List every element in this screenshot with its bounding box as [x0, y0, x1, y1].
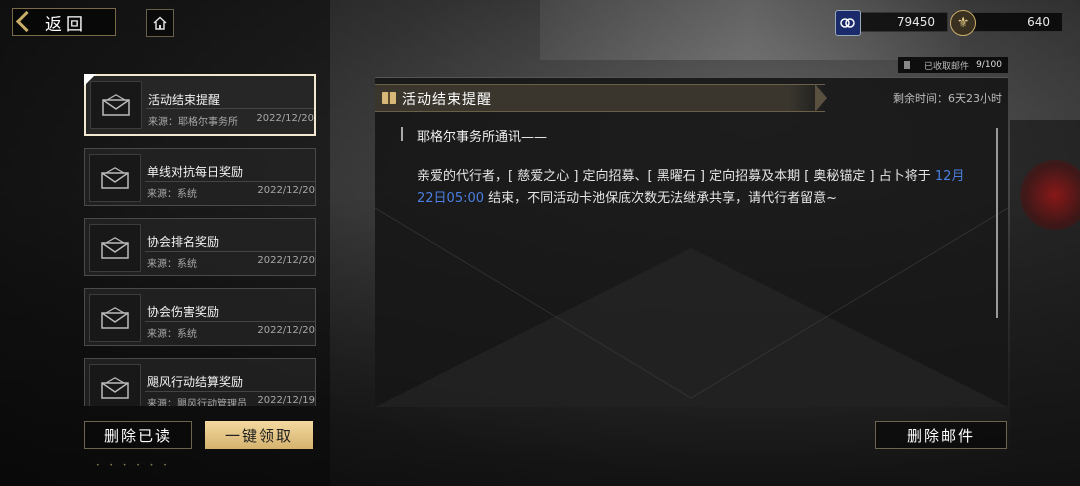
divider [146, 108, 314, 109]
envelope-icon [89, 224, 141, 272]
divider [145, 181, 315, 182]
mail-date: 2022/12/20 [257, 255, 315, 266]
received-count: 9/100 [976, 60, 1002, 70]
mail-source: 来源：系统 [147, 259, 197, 270]
chevron-left-icon [13, 8, 31, 36]
mail-title-bar: 活动结束提醒 [375, 84, 827, 112]
mail-list[interactable]: 活动结束提醒 来源：耶格尔事务所 2022/12/20 单线对抗每日奖励 来源：… [84, 74, 316, 406]
divider [145, 251, 315, 252]
mail-detail-title: 活动结束提醒 [402, 92, 492, 108]
mail-title: 单线对抗每日奖励 [147, 165, 244, 179]
received-mail-counter: 已收取邮件 9/100 [898, 57, 1008, 73]
claim-all-button[interactable]: 一键领取 [205, 421, 313, 449]
mail-source: 来源：飓风行动管理员 [147, 399, 247, 406]
ticket-resource: 79450 [835, 10, 948, 36]
coin-resource: ⚜ 640 [950, 10, 1063, 36]
delete-mail-button[interactable]: 删除邮件 [875, 421, 1007, 449]
mail-detail-panel: 活动结束提醒 剩余时间：6天23小时 耶格尔事务所通讯—— 亲爱的代行者，[ 慈… [375, 77, 1008, 407]
fleur-coin-icon: ⚜ [950, 10, 976, 36]
envelope-icon [89, 294, 141, 342]
mail-source: 来源：耶格尔事务所 [148, 117, 238, 128]
mail-source: 来源：系统 [147, 189, 197, 200]
decorative-dots: • • • • • • [96, 462, 171, 469]
mail-body-post: 结束，不同活动卡池保底次数无法继承共享，请代行者留意~ [488, 191, 838, 206]
mail-body: 亲爱的代行者，[ 慈爱之心 ] 定向招募、[ 黑曜石 ] 定向招募及本期 [ 奥… [417, 166, 977, 210]
mail-item[interactable]: 协会伤害奖励 来源：系统 2022/12/20 [84, 288, 316, 346]
divider [145, 391, 315, 392]
delete-read-button[interactable]: 删除已读 [84, 421, 192, 449]
ticket-icon [835, 10, 861, 36]
envelope-icon [89, 154, 141, 202]
mail-title: 协会排名奖励 [147, 235, 220, 249]
received-label: 已收取邮件 [924, 61, 970, 72]
gift-icon [382, 92, 396, 104]
mail-item[interactable]: 活动结束提醒 来源：耶格尔事务所 2022/12/20 [84, 74, 316, 136]
mail-date: 2022/12/20 [257, 185, 315, 196]
mail-date: 2022/12/20 [256, 113, 314, 124]
mail-title: 飓风行动结算奖励 [147, 375, 244, 389]
envelope-icon [89, 364, 141, 406]
mail-date: 2022/12/20 [257, 325, 315, 336]
mail-title: 协会伤害奖励 [147, 305, 220, 319]
divider [145, 321, 315, 322]
ticket-count: 79450 [896, 15, 935, 29]
envelope-icon [90, 81, 142, 129]
mail-source: 来源：系统 [147, 329, 197, 340]
mail-date: 2022/12/19 [257, 395, 315, 406]
back-label: 返回 [45, 14, 87, 35]
mail-item[interactable]: 协会排名奖励 来源：系统 2022/12/20 [84, 218, 316, 276]
counter-marker [904, 61, 910, 69]
mail-body-pre: 亲爱的代行者，[ 慈爱之心 ] 定向招募、[ 黑曜石 ] 定向招募及本期 [ 奥… [417, 169, 931, 184]
home-button[interactable] [146, 9, 174, 37]
mail-item[interactable]: 飓风行动结算奖励 来源：飓风行动管理员 2022/12/19 [84, 358, 316, 406]
mail-item[interactable]: 单线对抗每日奖励 来源：系统 2022/12/20 [84, 148, 316, 206]
remaining-time: 剩余时间：6天23小时 [893, 92, 1002, 105]
mail-sender: 耶格尔事务所通讯—— [417, 130, 548, 145]
back-button[interactable]: 返回 [12, 8, 116, 36]
coin-count: 640 [1027, 15, 1050, 29]
home-icon [153, 16, 167, 30]
scrollbar[interactable] [996, 128, 998, 318]
sender-marker [401, 127, 403, 141]
mail-title: 活动结束提醒 [148, 93, 221, 107]
